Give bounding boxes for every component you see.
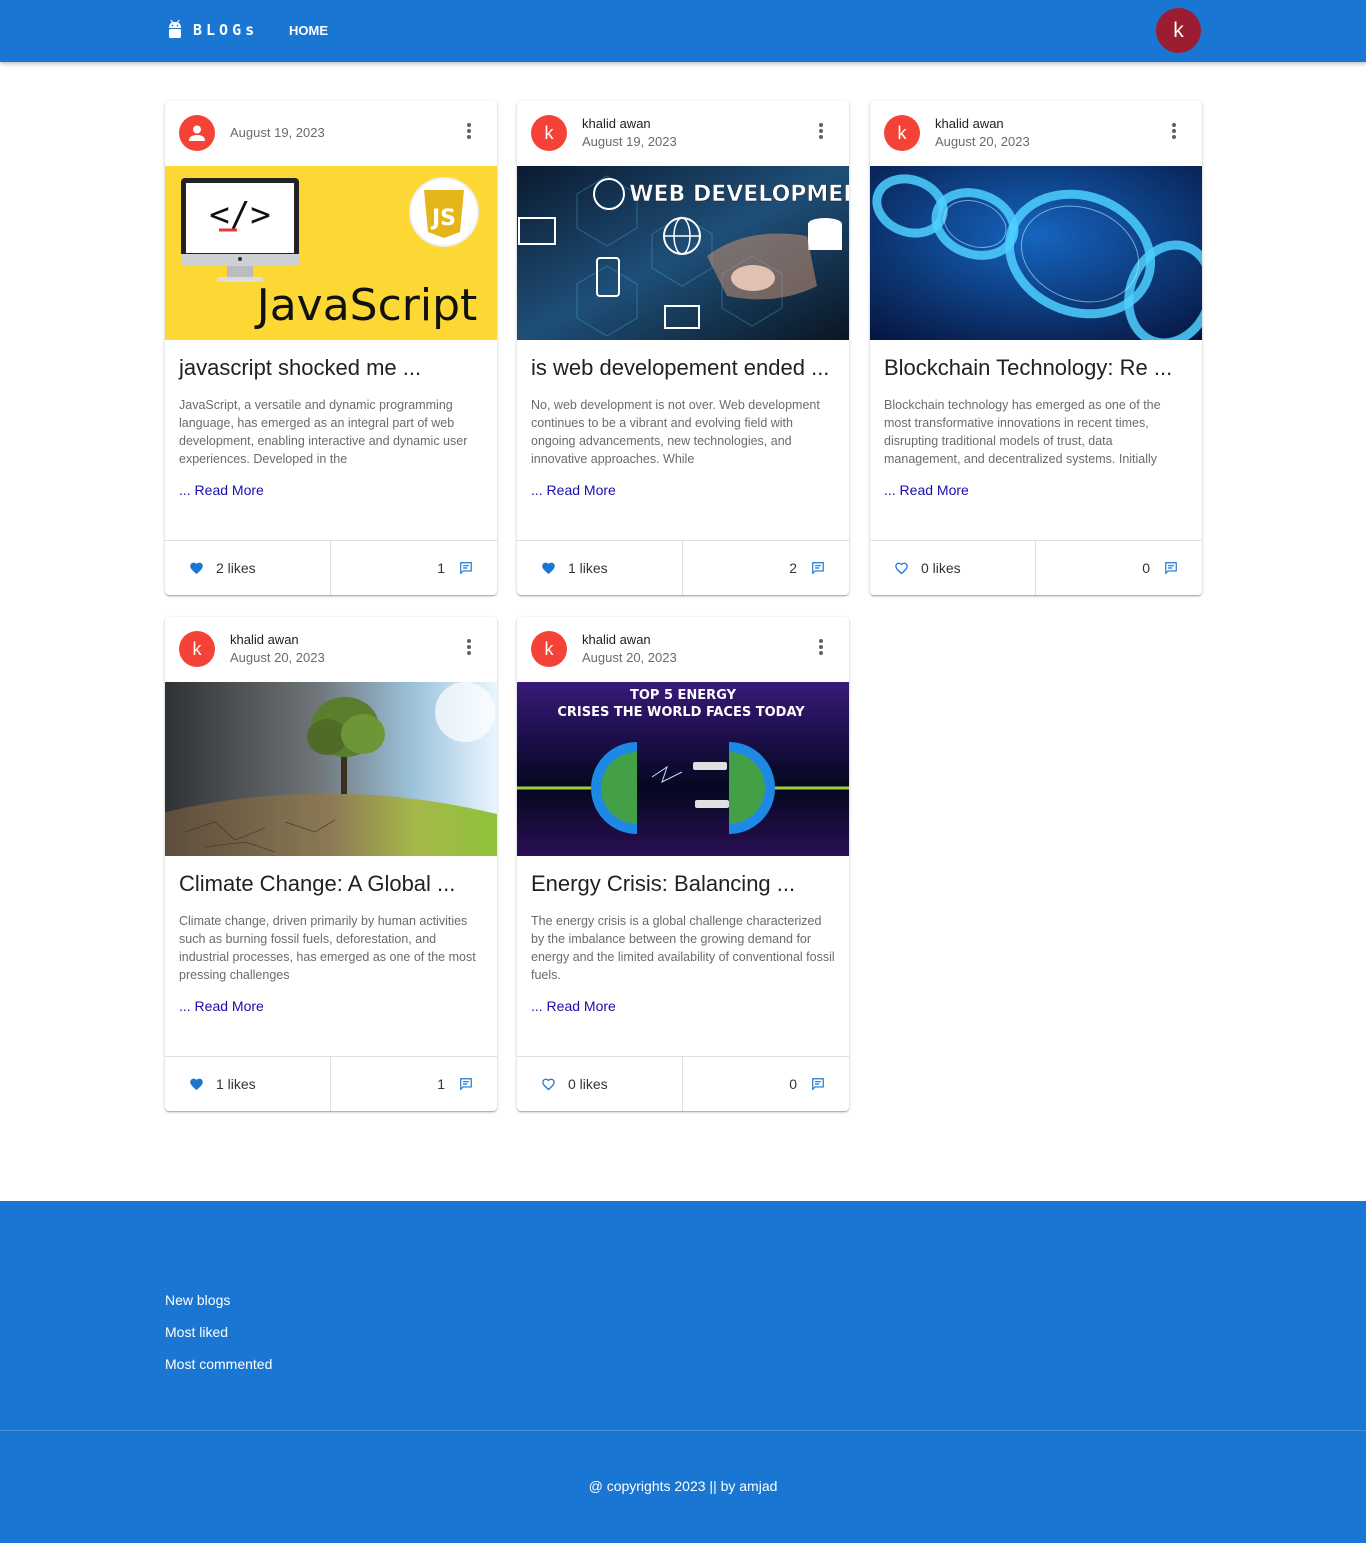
comments-button[interactable]: 0 xyxy=(1036,541,1202,595)
comments-count: 0 xyxy=(1142,560,1150,576)
read-more-link[interactable]: ... Read More xyxy=(884,482,969,498)
likes-count: 0 likes xyxy=(568,1076,608,1092)
comments-count: 1 xyxy=(437,560,445,576)
post-title[interactable]: Blockchain Technology: Re ... xyxy=(884,355,1172,381)
post-image[interactable]: TOP 5 ENERGY CRISES THE WORLD FACES TODA… xyxy=(517,682,849,856)
image-caption: TOP 5 ENERGY xyxy=(630,688,737,703)
post-author: khalid awan xyxy=(935,116,1004,131)
user-avatar[interactable]: k xyxy=(1156,8,1201,53)
more-options-icon[interactable] xyxy=(811,637,831,657)
post-excerpt: Climate change, driven primarily by huma… xyxy=(179,914,476,982)
comment-icon xyxy=(460,562,472,575)
post-date: August 19, 2023 xyxy=(230,125,325,140)
svg-text:JS: JS xyxy=(430,206,456,231)
author-avatar: k xyxy=(179,631,215,667)
site-footer: New blogs Most liked Most commented @ co… xyxy=(0,1201,1366,1543)
more-options-icon[interactable] xyxy=(459,121,479,141)
image-caption: WEB DEVELOPMENT xyxy=(629,182,849,207)
image-caption: JavaScript xyxy=(254,280,478,331)
comments-count: 0 xyxy=(789,1076,797,1092)
comment-icon xyxy=(1165,562,1177,575)
post-excerpt: No, web development is not over. Web dev… xyxy=(531,398,820,466)
comments-button[interactable]: 2 xyxy=(683,541,849,595)
likes-count: 0 likes xyxy=(921,560,961,576)
card-actions: 1 likes 2 xyxy=(517,540,849,595)
android-icon xyxy=(169,19,181,38)
card-actions: 2 likes 1 xyxy=(165,540,497,595)
copyright-text: @ copyrights 2023 || by amjad xyxy=(588,1478,778,1494)
footer-divider xyxy=(0,1430,1366,1431)
footer-link-most-liked[interactable]: Most liked xyxy=(165,1324,272,1342)
card-actions: 1 likes 1 xyxy=(165,1056,497,1111)
heart-filled-icon xyxy=(542,562,555,574)
person-icon xyxy=(189,125,205,141)
post-excerpt: JavaScript, a versatile and dynamic prog… xyxy=(179,398,468,466)
like-button[interactable]: 1 likes xyxy=(165,1057,331,1111)
read-more-link[interactable]: ... Read More xyxy=(179,998,264,1014)
post-title[interactable]: Energy Crisis: Balancing ... xyxy=(531,871,795,897)
comment-icon xyxy=(812,1078,824,1091)
image-caption: CRISES THE WORLD FACES TODAY xyxy=(557,705,805,720)
post-title[interactable]: javascript shocked me ... xyxy=(179,355,421,381)
like-button[interactable]: 1 likes xyxy=(517,541,683,595)
post-image[interactable]: WEB DEVELOPMENT xyxy=(517,166,849,340)
post-card: k khalid awan August 20, 2023 Blockchain… xyxy=(870,101,1202,595)
footer-link-new-blogs[interactable]: New blogs xyxy=(165,1292,272,1310)
post-image[interactable] xyxy=(165,682,497,856)
more-options-icon[interactable] xyxy=(1164,121,1184,141)
post-author: khalid awan xyxy=(582,632,651,647)
more-options-icon[interactable] xyxy=(811,121,831,141)
comment-icon xyxy=(460,1078,472,1091)
read-more-link[interactable]: ... Read More xyxy=(531,482,616,498)
post-card: k khalid awan August 19, 2023 WEB DEVELO… xyxy=(517,101,849,595)
post-title[interactable]: is web developement ended ... xyxy=(531,355,829,381)
app-bar: BLOGs HOME k xyxy=(0,0,1366,62)
likes-count: 1 likes xyxy=(216,1076,256,1092)
card-actions: 0 likes 0 xyxy=(870,540,1202,595)
post-date: August 20, 2023 xyxy=(935,134,1030,149)
likes-count: 2 likes xyxy=(216,560,256,576)
brand-name: BLOGs xyxy=(193,21,259,39)
footer-links: New blogs Most liked Most commented xyxy=(165,1292,272,1388)
post-author: khalid awan xyxy=(230,632,299,647)
comments-button[interactable]: 1 xyxy=(331,541,497,595)
post-image[interactable] xyxy=(870,166,1202,340)
comments-count: 2 xyxy=(789,560,797,576)
likes-count: 1 likes xyxy=(568,560,608,576)
comments-button[interactable]: 1 xyxy=(331,1057,497,1111)
post-title[interactable]: Climate Change: A Global ... xyxy=(179,871,455,897)
read-more-link[interactable]: ... Read More xyxy=(531,998,616,1014)
post-author: khalid awan xyxy=(582,116,651,131)
post-card: k khalid awan August 20, 2023 Climate Ch… xyxy=(165,617,497,1111)
like-button[interactable]: 2 likes xyxy=(165,541,331,595)
post-excerpt: Blockchain technology has emerged as one… xyxy=(884,398,1161,466)
author-avatar: k xyxy=(884,115,920,151)
card-actions: 0 likes 0 xyxy=(517,1056,849,1111)
footer-link-most-commented[interactable]: Most commented xyxy=(165,1356,272,1374)
author-avatar: k xyxy=(531,631,567,667)
post-card: August 19, 2023 </> JS JavaScript javasc… xyxy=(165,101,497,595)
post-excerpt: The energy crisis is a global challenge … xyxy=(531,914,835,982)
post-date: August 20, 2023 xyxy=(230,650,325,665)
post-image[interactable]: </> JS JavaScript xyxy=(165,166,497,340)
author-avatar: k xyxy=(531,115,567,151)
post-date: August 20, 2023 xyxy=(582,650,677,665)
more-options-icon[interactable] xyxy=(459,637,479,657)
comments-count: 1 xyxy=(437,1076,445,1092)
author-avatar xyxy=(179,115,215,151)
heart-filled-icon xyxy=(190,1078,203,1090)
like-button[interactable]: 0 likes xyxy=(517,1057,683,1111)
comments-button[interactable]: 0 xyxy=(683,1057,849,1111)
comment-icon xyxy=(812,562,824,575)
svg-text:</>: </> xyxy=(209,195,270,235)
post-date: August 19, 2023 xyxy=(582,134,677,149)
heart-outline-icon xyxy=(542,1078,555,1090)
post-card: k khalid awan August 20, 2023 TOP 5 ENER… xyxy=(517,617,849,1111)
heart-filled-icon xyxy=(190,562,203,574)
read-more-link[interactable]: ... Read More xyxy=(179,482,264,498)
like-button[interactable]: 0 likes xyxy=(870,541,1036,595)
heart-outline-icon xyxy=(895,562,908,574)
nav-home-link[interactable]: HOME xyxy=(289,23,328,38)
brand[interactable]: BLOGs xyxy=(166,19,258,41)
